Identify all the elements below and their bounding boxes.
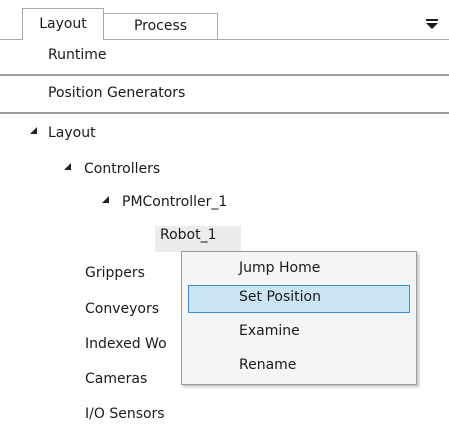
tree-node-layout[interactable]: Layout	[30, 121, 230, 145]
runtime-label: Runtime	[48, 47, 107, 63]
expand-arrow-icon[interactable]	[64, 163, 71, 170]
tree-node-cameras[interactable]: Cameras	[85, 367, 185, 391]
tree-node-label: Indexed Wo	[85, 336, 167, 352]
tree-node-label: I/O Sensors	[85, 406, 165, 422]
tree-node-io-sensors[interactable]: I/O Sensors	[85, 402, 205, 426]
tab-process[interactable]: Process	[104, 13, 218, 40]
tree-node-conveyors[interactable]: Conveyors	[85, 297, 185, 321]
expand-arrow-icon[interactable]	[30, 127, 37, 134]
position-generators-label: Position Generators	[48, 85, 186, 101]
tree-node-label: Controllers	[84, 161, 161, 177]
menu-item-examine[interactable]: Examine	[188, 319, 410, 347]
tab-strip: Layout Process	[0, 0, 449, 40]
tree-node-label: Grippers	[85, 265, 145, 281]
tree-node-label: Conveyors	[85, 301, 160, 317]
tree-node-indexed[interactable]: Indexed Wo	[85, 332, 185, 356]
menu-item-rename[interactable]: Rename	[188, 353, 410, 381]
tree-node-label: Cameras	[85, 371, 148, 387]
tree-node-grippers[interactable]: Grippers	[85, 261, 185, 285]
position-generators-header[interactable]: Position Generators	[0, 78, 449, 114]
runtime-header[interactable]: Runtime	[0, 40, 449, 76]
menu-overflow-icon[interactable]	[423, 10, 443, 36]
menu-item-jump-home[interactable]: Jump Home	[188, 256, 410, 284]
context-menu: Jump Home Set Position Examine Rename	[181, 251, 417, 385]
menu-item-set-position[interactable]: Set Position	[188, 285, 410, 313]
menu-item-label: Jump Home	[239, 260, 321, 276]
tree-node-label: Robot_1	[160, 227, 217, 243]
tree-node-label: PMController_1	[122, 194, 228, 210]
tree-node-label: Layout	[48, 125, 96, 141]
menu-item-label: Set Position	[239, 289, 321, 305]
tab-layout[interactable]: Layout	[22, 8, 104, 40]
tree-node-controllers[interactable]: Controllers	[64, 157, 264, 181]
tree-node-pmcontroller[interactable]: PMController_1	[102, 190, 302, 214]
tree-node-robot[interactable]: Robot_1	[155, 226, 241, 252]
menu-item-label: Examine	[239, 323, 300, 339]
expand-arrow-icon[interactable]	[102, 196, 109, 203]
menu-item-label: Rename	[239, 357, 297, 373]
